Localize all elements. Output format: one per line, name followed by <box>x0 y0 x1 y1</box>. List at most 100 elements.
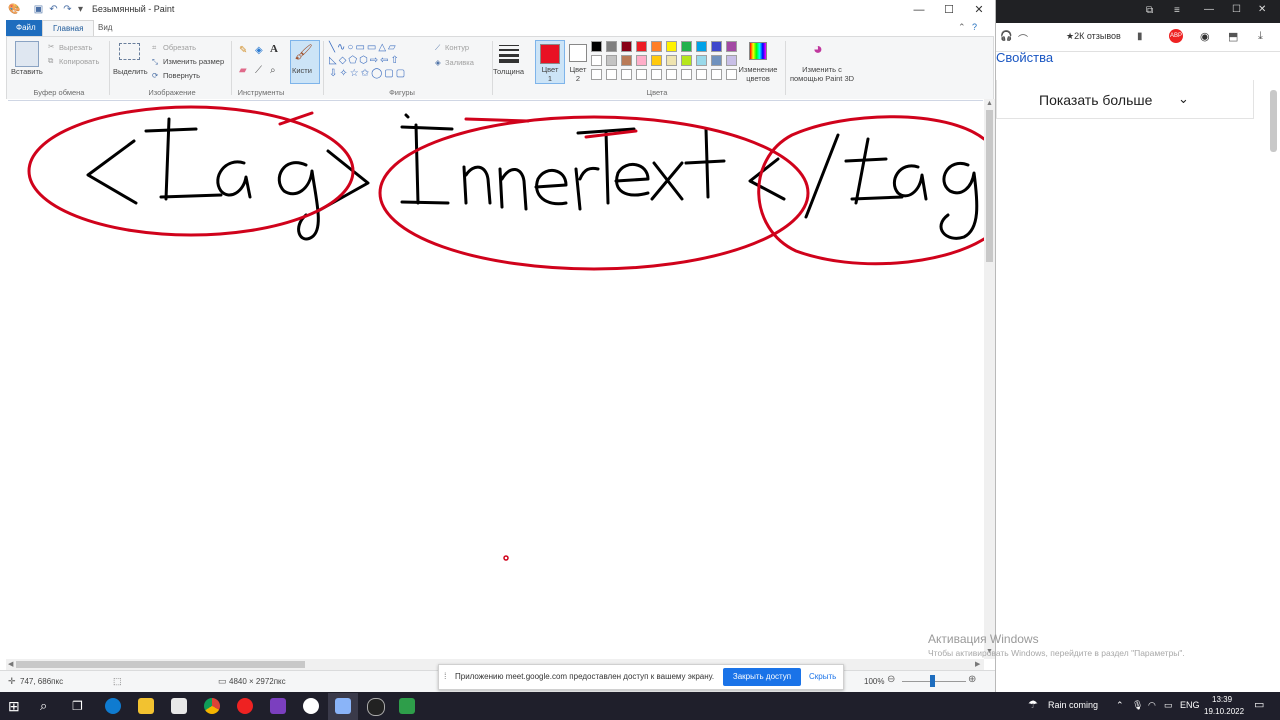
store-icon[interactable] <box>171 698 187 714</box>
help-icon[interactable]: ? <box>972 22 977 32</box>
palette-swatch[interactable] <box>726 55 737 66</box>
scroll-right-icon[interactable]: ▶ <box>975 660 980 668</box>
extension-icon[interactable]: ◉ <box>1200 30 1210 43</box>
fill-icon[interactable]: ◈ <box>255 45 263 56</box>
size-button[interactable]: Толщина <box>493 67 524 76</box>
horizontal-scroll-thumb[interactable] <box>16 661 305 668</box>
crop-button[interactable]: Обрезать <box>163 43 196 52</box>
zoom-slider-thumb[interactable] <box>930 675 935 687</box>
microphone-icon[interactable]: 🎙 <box>1132 700 1143 711</box>
browser-minimize-button[interactable]: — <box>1204 4 1214 15</box>
palette-swatch[interactable] <box>696 69 707 80</box>
scroll-left-icon[interactable]: ◀ <box>8 660 13 668</box>
adblock-icon[interactable]: ABP <box>1169 29 1183 43</box>
palette-swatch[interactable] <box>681 55 692 66</box>
edit-colors-icon[interactable] <box>749 42 767 60</box>
clock-date[interactable]: 19.10.2022 <box>1204 707 1244 716</box>
fill-shape-icon[interactable]: ◈ <box>435 58 441 67</box>
vertical-scroll-thumb[interactable] <box>986 110 993 262</box>
eraser-icon[interactable]: ▰ <box>239 65 247 76</box>
search-icon[interactable]: ⌕ <box>40 698 47 714</box>
visual-studio-icon[interactable] <box>270 698 286 714</box>
palette-swatch[interactable] <box>591 55 602 66</box>
customize-quick-access-icon[interactable]: ▾ <box>75 4 86 15</box>
scroll-up-icon[interactable]: ▲ <box>986 100 993 107</box>
download-icon[interactable]: ⤓ <box>1258 30 1263 43</box>
palette-swatch[interactable] <box>606 69 617 80</box>
select-icon[interactable] <box>119 43 140 60</box>
cut-button[interactable]: Вырезать <box>59 43 92 52</box>
close-button[interactable]: ✕ <box>964 0 994 20</box>
resize-icon[interactable]: ⤡ <box>152 57 158 67</box>
palette-swatch[interactable] <box>621 41 632 52</box>
drag-handle-icon[interactable]: ⁞ <box>444 671 447 681</box>
restore-tab-icon[interactable]: ⧉ <box>1146 5 1153 16</box>
notifications-icon[interactable]: ▭ <box>1254 698 1264 711</box>
edge-icon[interactable] <box>105 698 121 714</box>
yandex-browser-icon[interactable] <box>303 698 319 714</box>
palette-swatch[interactable] <box>696 41 707 52</box>
palette-swatch[interactable] <box>681 41 692 52</box>
outline-icon[interactable]: ⟋ <box>435 43 440 53</box>
text-tool-icon[interactable]: A <box>270 43 278 55</box>
palette-swatch[interactable] <box>606 41 617 52</box>
browser-maximize-button[interactable]: ☐ <box>1232 4 1241 15</box>
resize-button[interactable]: Изменить размер <box>163 57 224 66</box>
palette-swatch[interactable] <box>696 55 707 66</box>
size-icon[interactable] <box>499 43 519 63</box>
zoom-out-icon[interactable]: ⊖ <box>887 674 895 685</box>
palette-swatch[interactable] <box>726 69 737 80</box>
crop-icon[interactable]: ⌗ <box>152 43 156 53</box>
paint3d-button[interactable]: Изменить с помощью Paint 3D <box>789 65 855 83</box>
stop-sharing-button[interactable]: Закрыть доступ <box>723 668 801 686</box>
palette-swatch[interactable] <box>591 41 602 52</box>
palette-swatch[interactable] <box>711 41 722 52</box>
obs-icon[interactable] <box>367 698 385 716</box>
headphones-icon[interactable]: 🎧 <box>1000 31 1012 42</box>
reviews-badge[interactable]: ★2К отзывов <box>1066 31 1121 42</box>
properties-link[interactable]: Свойства <box>996 50 1053 65</box>
tab-home[interactable]: Главная <box>42 20 95 36</box>
palette-swatch[interactable] <box>636 69 647 80</box>
browser-scroll-thumb[interactable] <box>1270 90 1277 152</box>
color-palette[interactable] <box>591 41 741 81</box>
paint-taskbar-icon[interactable] <box>335 698 351 714</box>
palette-swatch[interactable] <box>651 41 662 52</box>
undo-icon[interactable]: ↶ <box>48 4 59 15</box>
file-explorer-icon[interactable] <box>138 698 154 714</box>
collapse-ribbon-icon[interactable]: ⌃ <box>958 22 966 33</box>
magnifier-icon[interactable]: ⌕ <box>270 65 276 76</box>
outline-button[interactable]: Контур <box>445 43 469 52</box>
palette-swatch[interactable] <box>711 55 722 66</box>
save-icon[interactable]: ▣ <box>33 4 44 15</box>
rotate-icon[interactable]: ⟳ <box>152 71 158 80</box>
palette-swatch[interactable] <box>621 55 632 66</box>
paste-icon[interactable] <box>15 41 39 67</box>
minimize-button[interactable]: — <box>904 0 934 20</box>
rotate-button[interactable]: Повернуть <box>163 71 200 80</box>
tab-view[interactable]: Вид <box>88 20 122 36</box>
weather-text[interactable]: Rain coming <box>1048 700 1098 710</box>
share-icon[interactable]: ⬒ <box>1228 30 1238 43</box>
palette-swatch[interactable] <box>711 69 722 80</box>
palette-swatch[interactable] <box>651 69 662 80</box>
palette-swatch[interactable] <box>591 69 602 80</box>
select-button[interactable]: Выделить <box>113 67 148 76</box>
chrome-icon[interactable] <box>204 698 220 714</box>
palette-swatch[interactable] <box>666 55 677 66</box>
shapes-gallery[interactable]: ╲∿○▭▭△▱ ◺◇⬠⬡⇨⇦⇧ ⇩✧☆✩◯▢▢ <box>329 41 429 83</box>
clock-time[interactable]: 13:39 <box>1212 695 1232 704</box>
zoom-in-icon[interactable]: ⊕ <box>968 674 976 685</box>
task-view-icon[interactable]: ❐ <box>72 699 83 713</box>
canvas-drawing[interactable] <box>6 99 984 659</box>
palette-swatch[interactable] <box>636 41 647 52</box>
palette-swatch[interactable] <box>726 41 737 52</box>
palette-swatch[interactable] <box>636 55 647 66</box>
weather-icon[interactable]: ☂ <box>1028 698 1038 711</box>
copy-button[interactable]: Копировать <box>59 57 99 66</box>
pencil-icon[interactable]: ✎ <box>239 45 247 56</box>
cut-icon[interactable]: ✂ <box>48 42 54 51</box>
wifi-icon[interactable]: ◠ <box>1148 700 1156 711</box>
palette-swatch[interactable] <box>621 69 632 80</box>
palette-swatch[interactable] <box>651 55 662 66</box>
